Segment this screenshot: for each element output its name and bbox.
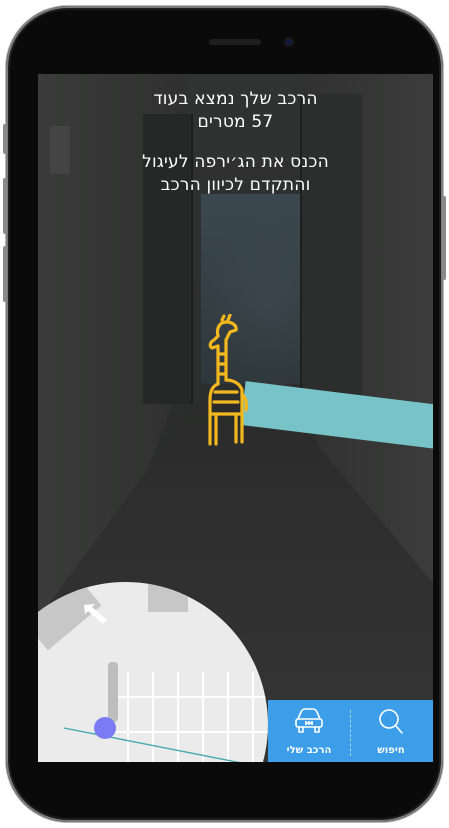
distance-value: 57 מטרים — [197, 112, 274, 132]
search-icon — [379, 709, 403, 734]
nav-my-car-label: הרכב שלי — [286, 745, 332, 756]
ar-screen: הרכב שלך נמצא בעוד 57 מטרים הכנס את הג׳י… — [38, 74, 433, 762]
nav-my-car[interactable]: הרכב שלי — [268, 700, 350, 762]
power-button — [442, 196, 446, 280]
mute-switch — [3, 124, 7, 154]
ar-instructions: הרכב שלך נמצא בעוד 57 מטרים הכנס את הג׳י… — [38, 88, 433, 197]
giraffe-marker-icon — [208, 314, 248, 446]
guide-text-line-2: והתקדם לכיוון הרכב — [160, 175, 311, 195]
nav-search[interactable]: חיפוש — [350, 700, 432, 762]
volume-up-button — [3, 178, 7, 234]
bottom-navigation: הרכב שלי חיפוש — [268, 700, 433, 762]
car-icon — [295, 708, 323, 733]
mini-map — [38, 582, 268, 762]
user-location-dot — [94, 717, 116, 739]
volume-down-button — [3, 246, 7, 302]
earpiece-speaker — [209, 39, 261, 45]
nav-search-label: חיפוש — [377, 745, 405, 756]
guide-text-line-1: הכנס את הג׳ירפה לעיגול — [142, 152, 329, 172]
route-line — [63, 727, 241, 762]
distance-text: הרכב שלך נמצא בעוד — [153, 89, 318, 109]
front-camera — [284, 37, 294, 47]
phone-bezel-bottom — [38, 762, 433, 784]
